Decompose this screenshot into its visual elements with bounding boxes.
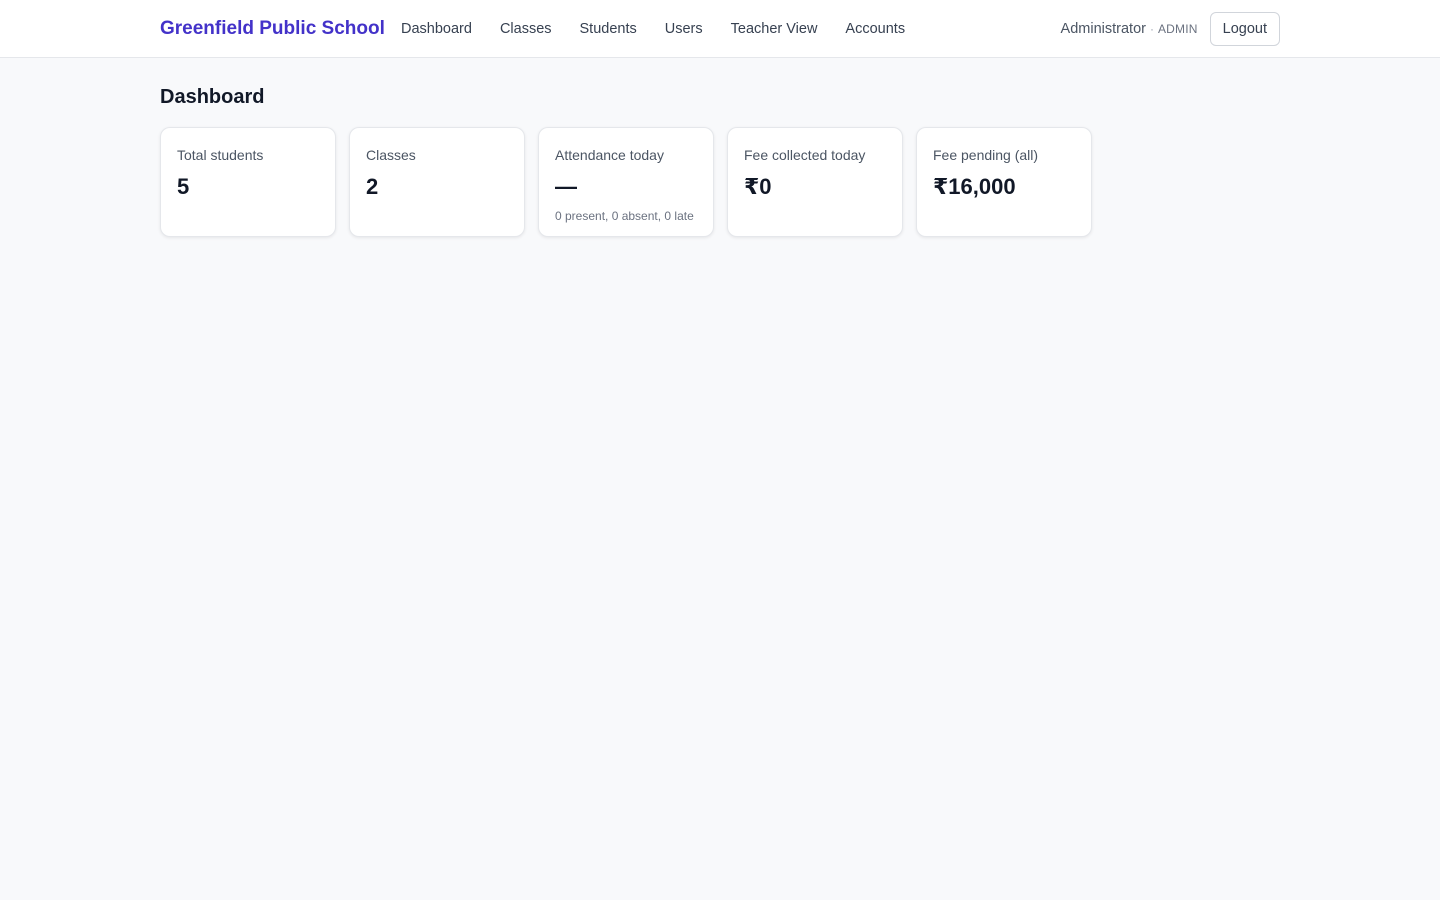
- nav-dashboard[interactable]: Dashboard: [401, 19, 472, 39]
- user-area: Administrator · ADMIN Logout: [1061, 12, 1280, 46]
- stat-card-label: Fee pending (all): [933, 147, 1039, 163]
- stat-card-attendance-today: Attendance today — 0 present, 0 absent, …: [538, 127, 714, 237]
- main-nav: Dashboard Classes Students Users Teacher…: [401, 19, 933, 39]
- stat-card-value: 2: [366, 174, 379, 199]
- brand-link[interactable]: Greenfield Public School: [160, 17, 385, 41]
- stat-card-subtext: 0 present, 0 absent, 0 late: [555, 209, 694, 223]
- nav-teacher-view[interactable]: Teacher View: [731, 19, 818, 39]
- stat-card-label: Classes: [366, 147, 416, 163]
- user-role-badge: ADMIN: [1157, 22, 1198, 36]
- user-name: Administrator: [1060, 21, 1146, 37]
- stat-card-value: —: [555, 174, 577, 199]
- user-separator: ·: [1149, 22, 1154, 36]
- stat-cards: Total students 5 Classes 2 Attendance to…: [160, 127, 1092, 237]
- stat-card-label: Attendance today: [555, 147, 664, 163]
- stat-card-label: Total students: [177, 147, 264, 163]
- nav-users[interactable]: Users: [665, 19, 703, 39]
- page-title: Dashboard: [160, 86, 265, 108]
- stat-card-value: 5: [177, 174, 190, 199]
- top-navbar: Greenfield Public School Dashboard Class…: [0, 0, 1440, 58]
- nav-classes[interactable]: Classes: [500, 19, 552, 39]
- stat-card-fee-collected-today: Fee collected today ₹0: [727, 127, 903, 237]
- nav-accounts[interactable]: Accounts: [845, 19, 905, 39]
- stat-card-value: ₹0: [744, 174, 772, 199]
- stat-card-value: ₹16,000: [933, 174, 1016, 199]
- logout-button[interactable]: Logout: [1209, 12, 1280, 46]
- stat-card-classes: Classes 2: [349, 127, 525, 237]
- stat-card-label: Fee collected today: [744, 147, 866, 163]
- nav-students[interactable]: Students: [580, 19, 637, 39]
- stat-card-total-students: Total students 5: [160, 127, 336, 237]
- stat-card-fee-pending: Fee pending (all) ₹16,000: [916, 127, 1092, 237]
